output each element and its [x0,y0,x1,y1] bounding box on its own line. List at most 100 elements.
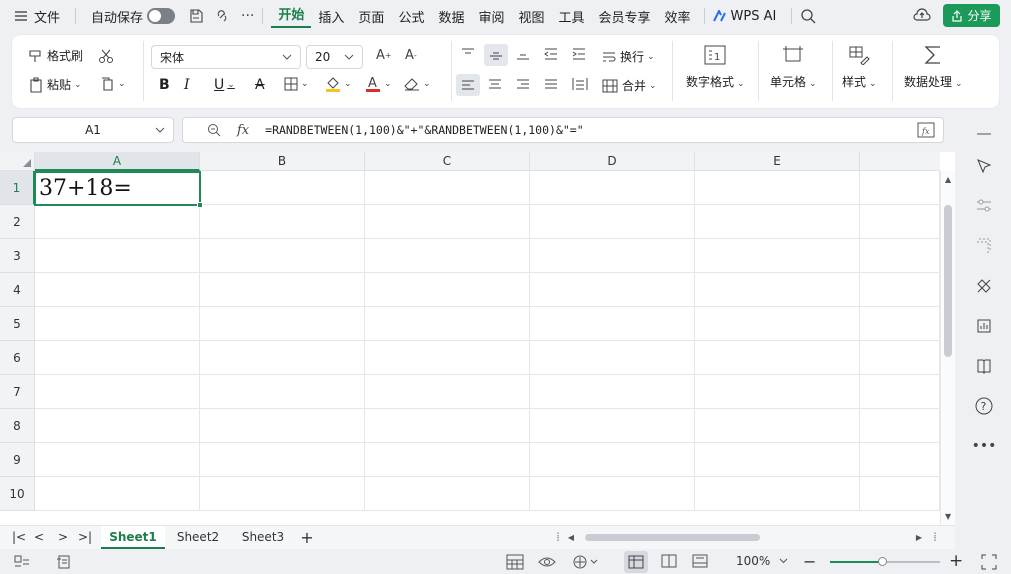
tab-formula[interactable]: 公式 [391,7,431,26]
tab-page[interactable]: 页面 [351,7,391,26]
border-icon[interactable]: ⌄ [284,77,309,91]
decrease-font-icon[interactable]: A- [405,48,417,63]
page-layout-icon[interactable] [661,554,677,568]
grid-cell[interactable] [695,307,860,341]
grid-cell[interactable] [695,409,860,443]
file-menu[interactable]: 文件 [28,7,67,26]
cut-button[interactable] [98,48,114,64]
grid-cell[interactable] [530,273,695,307]
align-bottom-icon[interactable] [516,48,530,60]
grid-cell[interactable] [365,477,530,511]
more-options-icon[interactable]: ••• [972,435,997,457]
name-box[interactable]: A1 [12,117,174,143]
grid-cell[interactable] [530,341,695,375]
justify-icon[interactable] [544,78,558,90]
grid-cell[interactable] [35,341,200,375]
table-view-icon[interactable] [506,554,524,570]
increase-font-icon[interactable]: A + [376,48,392,63]
grid-cell[interactable] [530,307,695,341]
grid-cell[interactable] [695,205,860,239]
scrollbar-thumb[interactable] [944,205,952,357]
hamburger-icon[interactable] [14,11,28,21]
select-all-corner[interactable] [0,152,35,171]
format-painter-button[interactable]: 格式刷 [28,47,83,64]
grid-cell[interactable] [200,205,365,239]
row-header-1[interactable]: 1 [0,171,35,205]
row-header-3[interactable]: 3 [0,239,35,273]
grid-cell[interactable] [200,443,365,477]
underline-icon[interactable]: U ⌄ [214,77,235,93]
sheet-tab-2[interactable]: Sheet2 [167,526,229,549]
font-name-select[interactable]: 宋体 [151,45,301,69]
indent-increase-icon[interactable] [572,48,586,60]
align-top-icon[interactable] [461,48,475,60]
first-sheet-icon[interactable]: |< [10,526,28,549]
zoom-select[interactable]: 100% [736,554,788,568]
prev-sheet-icon[interactable]: < [32,526,46,549]
style-button[interactable]: 样式 ⌄ [842,45,877,90]
last-sheet-icon[interactable]: >| [76,526,94,549]
search-icon[interactable] [800,8,816,24]
grid-cell[interactable] [35,239,200,273]
grid-cell[interactable] [365,273,530,307]
sheet-tab-1[interactable]: Sheet1 [101,526,165,549]
collapse-panel-icon[interactable] [973,123,995,145]
grid-cell[interactable] [365,341,530,375]
grid-cell[interactable] [365,205,530,239]
indent-decrease-icon[interactable] [544,48,558,60]
grid-cell[interactable] [695,341,860,375]
grid-cell[interactable] [365,409,530,443]
grid-cell[interactable] [200,375,365,409]
grid-cell[interactable] [35,205,200,239]
tab-insert[interactable]: 插入 [311,7,351,26]
grid-cell[interactable] [365,171,530,205]
grid-cell[interactable] [200,307,365,341]
row-header-9[interactable]: 9 [0,443,35,477]
grid-cell[interactable] [200,273,365,307]
grid-cell[interactable] [35,307,200,341]
zoom-slider[interactable] [830,557,940,566]
wps-ai-button[interactable]: WPS AI [727,9,784,24]
grid-cell[interactable] [365,307,530,341]
grid-cell[interactable] [695,375,860,409]
row-header-4[interactable]: 4 [0,273,35,307]
page-break-icon[interactable] [692,554,708,568]
grid-cell[interactable] [200,171,365,205]
tab-efficiency[interactable]: 效率 [658,7,698,26]
grid-cell[interactable] [860,205,940,239]
help-icon[interactable]: ? [973,395,995,417]
font-size-select[interactable]: 20 [306,45,363,69]
horizontal-scrollbar-thumb[interactable] [585,534,760,541]
grid-cell[interactable] [35,443,200,477]
grid-cell[interactable] [860,239,940,273]
fullscreen-icon[interactable] [981,554,997,570]
clear-format-icon[interactable]: ⌄ [404,77,431,91]
scroll-down-icon[interactable]: ▼ [945,512,951,521]
bold-icon[interactable]: B [159,77,170,93]
grid-cell[interactable] [35,273,200,307]
normal-view-icon[interactable] [624,551,648,573]
grid-cell[interactable] [35,375,200,409]
formula-input[interactable]: fx =RANDBETWEEN(1,100)&"+"&RANDBETWEEN(1… [182,117,944,143]
grid-cell[interactable] [860,341,940,375]
grid-cell[interactable] [695,477,860,511]
cell-button[interactable]: 单元格 ⌄ [770,45,817,90]
fx-icon[interactable]: fx [237,123,249,138]
grid-cell[interactable] [200,239,365,273]
tab-data[interactable]: 数据 [431,7,471,26]
grid-cell[interactable] [365,239,530,273]
grid-cell[interactable] [365,375,530,409]
tools-icon[interactable] [973,275,995,297]
scroll-up-icon[interactable]: ▲ [945,175,951,184]
zoom-slider-handle[interactable] [878,557,887,566]
grid-cell[interactable] [530,477,695,511]
add-sheet-icon[interactable]: + [298,526,316,549]
row-header-2[interactable]: 2 [0,205,35,239]
grid-cell[interactable] [200,409,365,443]
scroll-right-icon[interactable]: ▶ [914,526,924,549]
column-header-a[interactable]: A [35,152,200,171]
tab-review[interactable]: 审阅 [471,7,511,26]
merge-button[interactable]: 合并 ⌄ [602,77,657,94]
row-header-10[interactable]: 10 [0,477,35,511]
align-center-icon[interactable] [488,78,502,90]
